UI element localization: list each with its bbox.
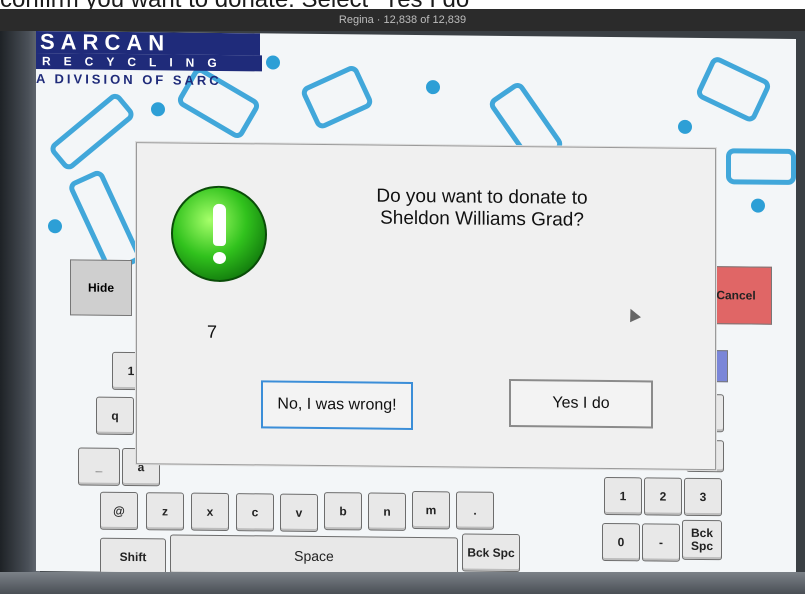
space-key[interactable]: Space [170,534,458,578]
key-x[interactable]: x [191,492,229,532]
key-n[interactable]: n [368,492,406,531]
numpad-0[interactable]: 0 [602,522,640,562]
bubble-icon [751,198,765,213]
brand-division: A DIVISION OF SARC [36,71,222,88]
shift-key[interactable]: Shift [100,537,166,577]
bubble-icon [426,80,440,95]
bottle-icon [47,90,137,173]
kiosk-screen: SARCAN RECYCLING A DIVISION OF SARC Hide… [36,31,796,579]
bubble-icon [48,219,62,234]
bezel-bottom [0,572,805,594]
bubble-icon [151,102,165,117]
countdown-value: 7 [207,321,218,342]
key-c[interactable]: c [236,493,274,532]
key-period[interactable]: . [456,491,494,530]
key-q[interactable]: q [96,396,134,436]
numpad-3[interactable]: 3 [684,477,722,517]
donation-confirm-dialog: Do you want to donate to Sheldon William… [136,142,716,471]
numpad-backspace[interactable]: Bck Spc [682,519,722,561]
key-v[interactable]: v [280,493,318,532]
sarcan-logo: SARCAN RECYCLING A DIVISION OF SARC [36,31,262,99]
key-b[interactable]: b [324,492,362,531]
brand-name: SARCAN [36,31,260,56]
mouse-pointer-icon [625,306,641,323]
bubble-icon [678,119,692,134]
numpad-2[interactable]: 2 [644,477,682,516]
exclamation-icon [171,185,267,283]
dialog-question: Do you want to donate to Sheldon William… [376,185,588,231]
bubble-icon [266,55,280,70]
viewer-title: Regina · 12,838 of 12,839 [0,9,805,31]
brand-sub: RECYCLING [36,53,262,72]
bezel-left [0,31,40,594]
can-icon [694,54,773,125]
hide-button[interactable]: Hide [70,259,132,317]
no-button[interactable]: No, I was wrong! [261,380,413,430]
kiosk-photo: SARCAN RECYCLING A DIVISION OF SARC Hide… [0,31,805,594]
bottle-icon [726,148,796,185]
numpad-1[interactable]: 1 [604,476,642,516]
numpad-minus[interactable]: - [642,523,680,562]
key-z[interactable]: z [146,492,184,531]
yes-button[interactable]: Yes I do [509,378,653,429]
backspace-key[interactable]: Bck Spc [462,533,520,573]
key-m[interactable]: m [412,490,450,530]
key-underscore[interactable]: _ [78,447,120,486]
exclamation-bar [213,203,226,247]
exclamation-dot [213,251,226,265]
can-icon [299,63,375,131]
key-at[interactable]: @ [100,491,138,531]
